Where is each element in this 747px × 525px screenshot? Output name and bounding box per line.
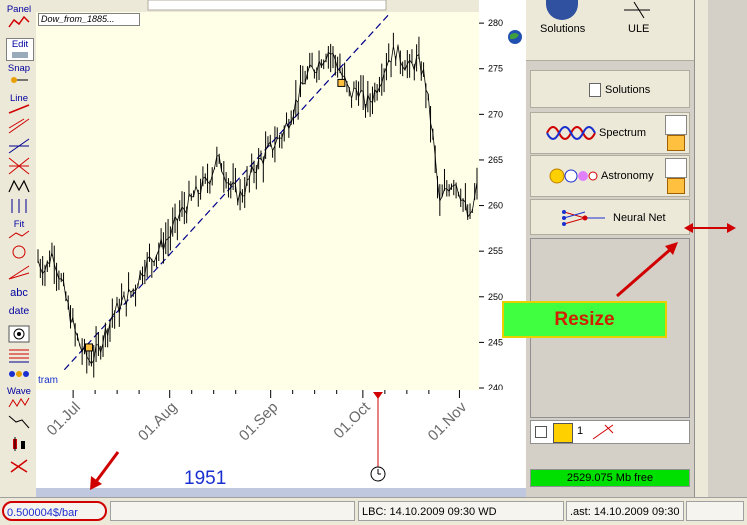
status-bar: 0.500004$/bar LBC: 14.10.2009 09:30 WD .… (0, 497, 747, 525)
lbc-readout: LBC: 14.10.2009 09:30 WD (358, 501, 564, 521)
annotation-overlay (90, 223, 736, 490)
last-readout: .ast: 14.10.2009 09:30 (566, 501, 684, 521)
scale-arrow-line (93, 451, 120, 484)
status-cell-empty (110, 501, 355, 521)
resize-arrow-line (616, 246, 673, 298)
bar-scale-readout: 0.500004$/bar (2, 501, 107, 521)
status-cell-extra (686, 501, 744, 521)
